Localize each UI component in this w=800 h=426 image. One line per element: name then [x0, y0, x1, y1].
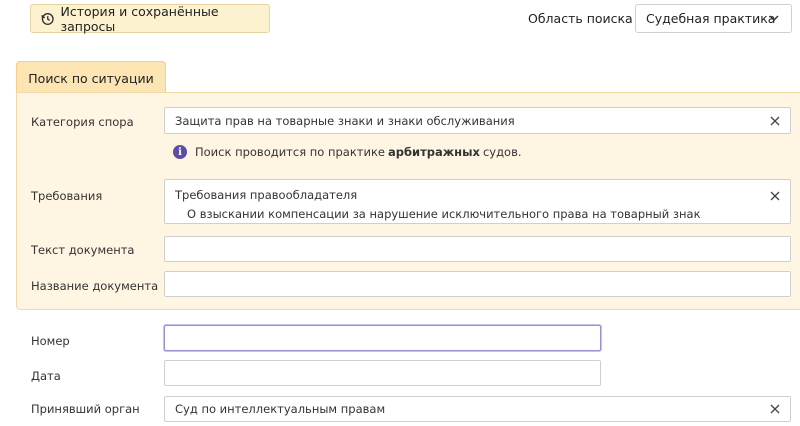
tab-label: Поиск по ситуации	[28, 70, 154, 86]
history-button-label: История и сохранённые запросы	[60, 3, 219, 34]
close-icon[interactable]	[770, 404, 780, 414]
info-icon: i	[173, 145, 187, 159]
close-icon[interactable]	[770, 116, 780, 126]
chevron-down-icon	[769, 15, 779, 22]
authority-label: Принявший орган	[31, 402, 140, 416]
document-name-input[interactable]	[164, 271, 791, 297]
notice-bold: арбитражных	[388, 145, 480, 159]
requirements-item: О взыскании компенсации за нарушение иск…	[187, 207, 701, 221]
close-icon[interactable]	[770, 191, 780, 201]
document-name-label: Название документа	[31, 279, 159, 293]
requirements-group: Требования правообладателя	[175, 188, 358, 202]
category-label: Категория спора	[31, 115, 134, 129]
notice-prefix: Поиск проводится по практике	[195, 145, 385, 159]
category-value: Защита прав на товарные знаки и знаки об…	[175, 114, 515, 128]
date-input[interactable]	[164, 360, 601, 386]
search-scope-value: Судебная практика	[646, 11, 776, 26]
authority-value: Суд по интеллектуальным правам	[175, 402, 386, 416]
notice-suffix: судов.	[482, 145, 522, 159]
search-scope-select[interactable]: Судебная практика	[635, 4, 792, 33]
requirements-label: Требования	[31, 189, 103, 203]
history-button[interactable]: История и сохранённые запросы	[30, 3, 270, 34]
category-field[interactable]: Защита прав на товарные знаки и знаки об…	[164, 107, 791, 134]
document-text-input[interactable]	[164, 236, 791, 262]
clock-icon	[41, 12, 54, 25]
authority-field[interactable]: Суд по интеллектуальным правам	[164, 396, 791, 422]
date-label: Дата	[31, 369, 61, 383]
practice-notice: i Поиск проводится по практике арбитражн…	[173, 145, 522, 159]
number-input[interactable]	[164, 325, 601, 351]
requirements-field[interactable]: Требования правообладателя О взыскании к…	[164, 179, 791, 224]
tab-situation-search[interactable]: Поиск по ситуации	[16, 61, 166, 94]
number-label: Номер	[31, 334, 70, 348]
search-scope-label: Область поиска	[528, 11, 633, 26]
document-text-label: Текст документа	[31, 243, 135, 257]
